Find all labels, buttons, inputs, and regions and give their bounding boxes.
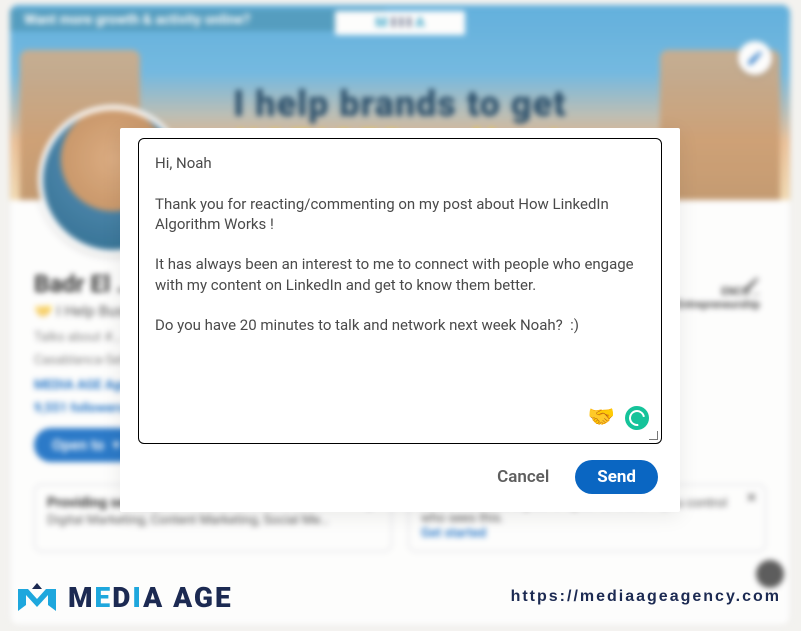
invitation-message-input[interactable]: Hi, Noah Thank you for reacting/commenti…: [138, 138, 662, 444]
close-icon[interactable]: ✕: [746, 491, 757, 506]
education-company-side: ENCG … Entrepreneurship: [677, 285, 760, 311]
scroll-indicator: [756, 560, 784, 588]
grammarly-icon[interactable]: [625, 406, 649, 430]
edit-banner-button[interactable]: [738, 41, 772, 75]
edit-intro-button[interactable]: [738, 270, 766, 298]
cancel-button[interactable]: Cancel: [489, 461, 557, 493]
media-age-logo-icon: [16, 581, 58, 613]
pencil-icon: [746, 49, 764, 67]
media-age-url: https://mediaageagency.com: [511, 588, 781, 606]
send-button[interactable]: Send: [575, 460, 658, 494]
send-invitation-modal: Hi, Noah Thank you for reacting/commenti…: [120, 128, 680, 512]
pencil-icon: [743, 275, 761, 293]
banner-top-logo: M I I I A: [335, 11, 465, 35]
handshake-icon: 🤝: [588, 403, 615, 433]
banner-ribbon: Want more growth & activity online?: [10, 9, 386, 31]
watermark: MEDIA AGE https://mediaageagency.com: [0, 571, 801, 631]
resize-handle-icon[interactable]: [648, 430, 658, 440]
media-age-logo-text: MEDIA AGE: [68, 581, 233, 614]
banner-headline-1: I help brands to get: [10, 83, 790, 125]
